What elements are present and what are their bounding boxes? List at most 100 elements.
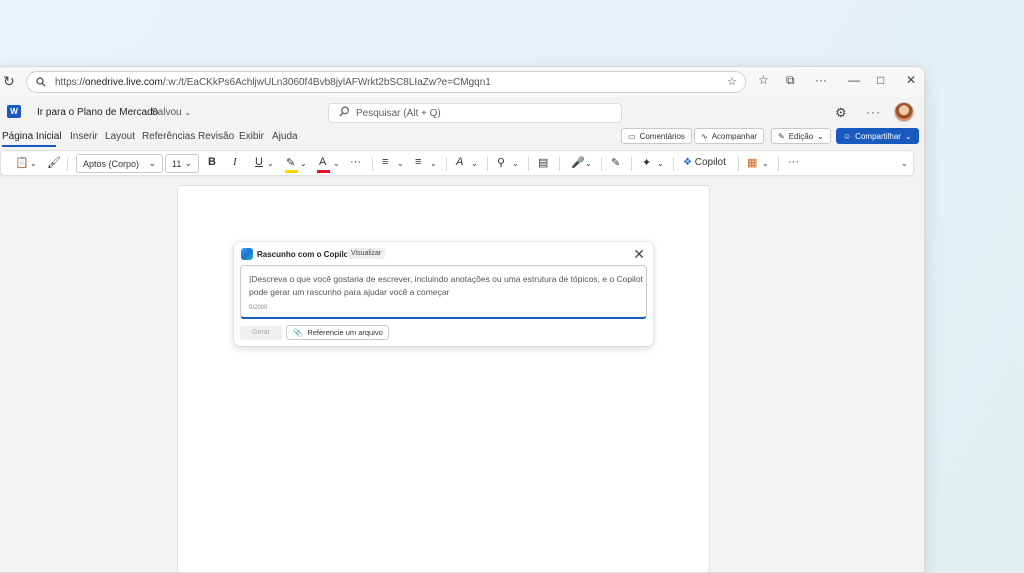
- share-label: Compartilhar: [855, 131, 901, 141]
- preview-badge: Visualizar: [347, 248, 386, 259]
- chevron-down-icon[interactable]: ⌄: [300, 159, 307, 168]
- reference-file-button[interactable]: 📎 Referencie um arquivo: [286, 325, 389, 340]
- active-tab-indicator: [2, 145, 56, 147]
- chevron-down-icon[interactable]: ⌄: [397, 159, 404, 168]
- search-icon: [27, 77, 55, 87]
- expand-ribbon-chevron-icon[interactable]: ⌄: [901, 159, 908, 168]
- bold-button[interactable]: B: [208, 156, 216, 168]
- comment-icon: ▭: [628, 131, 636, 141]
- close-window-icon[interactable]: ✕: [906, 73, 916, 87]
- tab-layout[interactable]: Layout: [105, 131, 135, 142]
- font-size-value: 11: [172, 158, 182, 169]
- ribbon-toolbar: 📋 ⌄ 🖌 Aptos (Corpo) ⌄ 11 ⌄ B I U ⌄ ✎ ⌄ A…: [0, 150, 914, 176]
- document-title[interactable]: Ir para o Plano de Mercado: [37, 107, 158, 118]
- italic-button[interactable]: I: [233, 156, 237, 168]
- copilot-panel-title: Rascunho com o Copilot: [257, 250, 352, 259]
- more-options-icon[interactable]: ···: [866, 105, 881, 119]
- prompt-placeholder: |Descreva o que você gostaria de escreve…: [249, 274, 643, 297]
- comments-label: Comentários: [639, 131, 685, 141]
- copilot-icon: ❖: [683, 157, 692, 168]
- tab-inserir[interactable]: Inserir: [70, 131, 98, 142]
- font-name-value: Aptos (Corpo): [83, 158, 140, 169]
- avatar[interactable]: [894, 102, 914, 122]
- editing-mode-button[interactable]: ✎ Edição ⌄: [771, 128, 831, 144]
- save-status-label: Salvou: [151, 107, 182, 118]
- copilot-label: Copilot: [694, 157, 726, 168]
- copilot-button[interactable]: ❖ Copilot: [683, 157, 726, 168]
- chevron-down-icon[interactable]: ⌄: [585, 159, 592, 168]
- tab-referencias[interactable]: Referências: [142, 131, 195, 142]
- favorites-icon[interactable]: ☆: [758, 73, 769, 87]
- character-counter: 0/2000: [249, 305, 268, 311]
- dictate-mic-icon[interactable]: 🎤: [571, 156, 585, 169]
- tab-revisao[interactable]: Revisão: [198, 131, 234, 142]
- maximize-icon[interactable]: □: [877, 73, 884, 87]
- styles-icon[interactable]: A: [456, 156, 463, 168]
- format-painter-icon[interactable]: 🖌: [47, 156, 61, 169]
- browser-more-icon[interactable]: ···: [815, 73, 827, 87]
- more-font-options-icon[interactable]: ···: [350, 156, 361, 168]
- chevron-down-icon: ⌄: [184, 158, 192, 168]
- add-ins-grid-icon[interactable]: ▦: [747, 156, 757, 169]
- divider: [528, 157, 529, 171]
- chevron-down-icon[interactable]: ⌄: [267, 159, 274, 168]
- chevron-down-icon[interactable]: ⌄: [762, 159, 769, 168]
- search-icon: [329, 106, 356, 120]
- search-box[interactable]: Pesquisar (Alt + Q): [328, 103, 622, 123]
- tab-pagina-inicial[interactable]: Página Inicial: [2, 131, 61, 142]
- tab-ajuda[interactable]: Ajuda: [272, 131, 298, 142]
- comments-button[interactable]: ▭ Comentários: [621, 128, 692, 144]
- copilot-draft-panel: Rascunho com o Copilot Visualizar ✕ |Des…: [234, 242, 653, 346]
- editor-icon[interactable]: ✎: [611, 156, 620, 169]
- follow-label: Acompanhar: [711, 131, 758, 141]
- sensitivity-icon[interactable]: ▤: [538, 156, 548, 169]
- url-prefix: https://: [55, 76, 86, 88]
- font-size-select[interactable]: 11 ⌄: [165, 154, 199, 173]
- chevron-down-icon[interactable]: ⌄: [471, 159, 478, 168]
- chevron-down-icon: ⌄: [184, 108, 192, 117]
- share-button[interactable]: ☺ Compartilhar ⌄: [836, 128, 919, 144]
- chevron-down-icon[interactable]: ⌄: [657, 159, 664, 168]
- find-icon[interactable]: ⚲: [497, 156, 505, 169]
- address-bar[interactable]: https://onedrive.live.com/:w:/t/EaCKkPs6…: [26, 71, 746, 93]
- font-color-button[interactable]: A: [319, 156, 326, 168]
- generate-button[interactable]: Gerar: [240, 326, 282, 340]
- chevron-down-icon: ⌄: [904, 131, 912, 141]
- chevron-down-icon[interactable]: ⌄: [333, 159, 340, 168]
- copilot-logo-icon: [241, 248, 253, 260]
- reference-file-label: Referencie um arquivo: [307, 328, 383, 337]
- bullets-icon[interactable]: ≡: [382, 156, 388, 168]
- word-logo-icon[interactable]: W: [7, 105, 21, 118]
- align-icon[interactable]: ≡: [415, 156, 421, 168]
- chevron-down-icon: ⌄: [817, 131, 824, 141]
- ribbon-more-icon[interactable]: ···: [788, 156, 799, 168]
- font-name-select[interactable]: Aptos (Corpo) ⌄: [76, 154, 163, 173]
- chevron-down-icon[interactable]: ⌄: [30, 159, 37, 168]
- divider: [738, 157, 739, 171]
- tab-exibir[interactable]: Exibir: [239, 131, 264, 142]
- divider: [559, 157, 560, 171]
- url-host: onedrive.live.com: [85, 76, 163, 88]
- pencil-icon: ✎: [778, 131, 785, 141]
- chevron-down-icon[interactable]: ⌄: [430, 159, 437, 168]
- collections-icon[interactable]: ⧉: [786, 73, 795, 88]
- divider: [372, 157, 373, 171]
- refresh-icon[interactable]: ↻: [3, 73, 15, 90]
- copilot-prompt-input[interactable]: |Descreva o que você gostaria de escreve…: [240, 265, 647, 319]
- chevron-down-icon[interactable]: ⌄: [512, 159, 519, 168]
- close-icon[interactable]: ✕: [633, 246, 645, 263]
- underline-button[interactable]: U: [255, 156, 263, 168]
- divider: [673, 157, 674, 171]
- paste-icon[interactable]: 📋: [15, 156, 29, 169]
- font-color-bar: [317, 170, 330, 173]
- settings-icon[interactable]: ⚙: [835, 105, 847, 121]
- word-header: W Ir para o Plano de Mercado Salvou ⌄ Pe…: [0, 97, 924, 127]
- browser-toolbar: ↻ https://onedrive.live.com/:w:/t/EaCKkP…: [0, 67, 924, 97]
- divider: [631, 157, 632, 171]
- designer-wand-icon[interactable]: ✦: [642, 156, 651, 169]
- follow-button[interactable]: ∿ Acompanhar: [694, 128, 765, 144]
- highlight-icon[interactable]: ✎: [286, 156, 295, 169]
- favorite-add-icon[interactable]: ☆: [727, 75, 737, 88]
- minimize-icon[interactable]: —: [848, 73, 860, 87]
- save-status[interactable]: Salvou ⌄: [151, 107, 191, 118]
